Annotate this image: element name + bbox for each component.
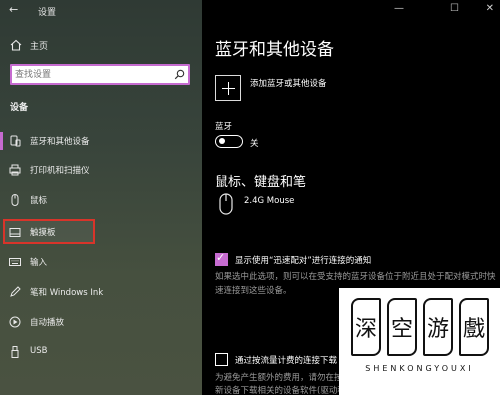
printer-icon [9,164,21,176]
page-title: 蓝牙和其他设备 [215,40,334,60]
sidebar-item-label: 鼠标 [30,196,48,206]
device-name[interactable]: 2.4G Mouse [244,196,294,206]
usb-icon [11,346,19,358]
watermark-char: 游 [423,298,453,356]
maximize-button[interactable]: ☐ [450,3,459,14]
search-box[interactable] [10,64,190,85]
bluetooth-label: 蓝牙 [215,122,233,132]
title-bar: ← 设置 [0,0,202,22]
search-icon[interactable] [174,69,185,80]
sidebar-item-usb[interactable]: USB [0,339,202,365]
watermark-char: 戲 [459,298,489,356]
mouse-icon [11,194,19,206]
sidebar-item-pen[interactable]: 笔和 Windows Ink [0,279,202,305]
watermark-char: 空 [387,298,417,356]
swift-pair-checkbox[interactable]: ✓ [215,251,228,266]
metered-download-checkbox[interactable] [215,353,228,366]
sidebar-item-home[interactable]: 主页 [0,36,202,56]
sidebar-item-mouse[interactable]: 鼠标 [0,187,202,213]
sidebar-item-label: 输入 [30,258,48,268]
pen-icon [10,286,21,297]
mouse-device-icon [219,193,233,215]
active-indicator [0,132,3,150]
sidebar-item-touchpad[interactable]: 触摸板 [0,219,202,248]
home-label: 主页 [30,42,49,52]
sidebar-item-input[interactable]: 输入 [0,249,202,275]
sidebar-item-label: USB [30,346,48,356]
search-input[interactable] [15,67,170,82]
back-arrow-icon[interactable]: ← [9,3,18,16]
window-controls: — ☐ ✕ [380,0,500,22]
settings-sidebar: ← 设置 主页 设备 蓝牙和其他设备 打印机和扫描仪 [0,0,202,395]
bluetooth-icon [10,135,21,147]
sidebar-item-label: 打印机和扫描仪 [30,166,90,176]
touchpad-icon [9,228,21,237]
sidebar-item-label: 笔和 Windows Ink [30,288,104,298]
toggle-knob [219,138,225,144]
minimize-button[interactable]: — [394,3,404,14]
watermark-subtitle: SHENKONGYOUXI [365,364,474,373]
home-icon [10,39,22,51]
add-device-label[interactable]: 添加蓝牙或其他设备 [250,77,327,89]
watermark-chars: 深 空 游 戲 [351,298,491,356]
checkmark-icon: ✓ [216,251,226,264]
section-heading-devices: 设备 [10,103,29,113]
bluetooth-toggle[interactable] [215,135,243,148]
watermark-logo: 深 空 游 戲 SHENKONGYOUXI [339,288,500,395]
close-button[interactable]: ✕ [486,3,494,14]
section-title-mouse-keyboard-pen: 鼠标、键盘和笔 [215,175,307,190]
sidebar-item-label: 自动播放 [30,318,65,328]
autoplay-icon [9,316,21,328]
watermark-char: 深 [351,298,381,356]
sidebar-item-label: 触摸板 [30,228,56,238]
bluetooth-state: 关 [250,139,259,149]
sidebar-item-printers[interactable]: 打印机和扫描仪 [0,157,202,183]
metered-download-label[interactable]: 通过按流量计费的连接下载 [235,354,337,366]
swift-pair-label[interactable]: 显示使用“迅速配对”进行连接的通知 [235,254,371,266]
sidebar-item-label: 蓝牙和其他设备 [30,137,90,147]
sidebar-item-autoplay[interactable]: 自动播放 [0,309,202,335]
sidebar-item-bluetooth[interactable]: 蓝牙和其他设备 [0,128,202,154]
add-device-button[interactable] [215,75,241,101]
keyboard-icon [9,258,21,266]
window-title: 设置 [38,8,57,18]
plus-icon-stroke [228,82,229,95]
